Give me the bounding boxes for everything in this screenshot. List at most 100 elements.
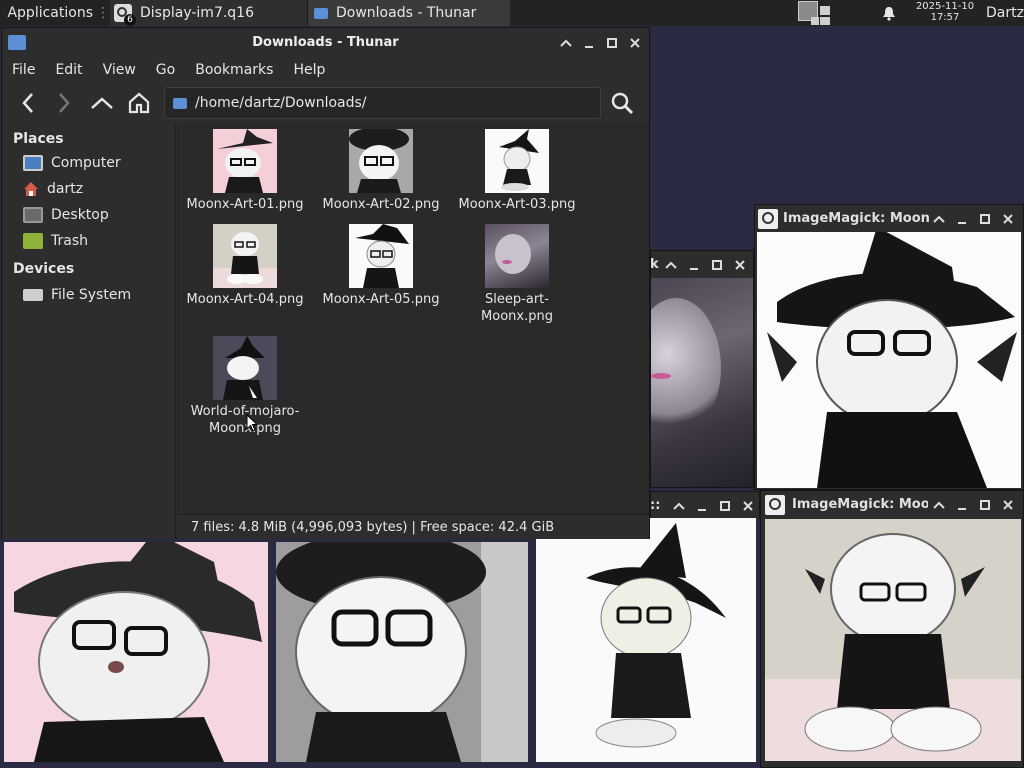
minimize-icon[interactable] — [686, 257, 702, 273]
sidebar: Places Computer dartz Desktop Trash Devi… — [2, 124, 176, 539]
moonx-art-image — [757, 232, 1021, 488]
maximize-icon[interactable] — [717, 498, 733, 514]
file-item[interactable]: Moonx-Art-01.png — [177, 129, 313, 213]
imagemagick-window-art03-small[interactable]: :: — [650, 491, 760, 519]
file-item[interactable]: Moonx-Art-05.png — [313, 224, 449, 308]
file-item[interactable]: World-of-mojaro- Moonx.png — [177, 336, 313, 437]
thunar-window[interactable]: Downloads - Thunar File Edit View Go Boo… — [1, 27, 650, 539]
file-item[interactable]: Moonx-Art-02.png — [313, 129, 449, 213]
file-item[interactable]: Moonx-Art-03.png — [449, 129, 585, 213]
minimize-icon[interactable] — [954, 211, 970, 227]
mouse-pointer-icon — [246, 414, 258, 432]
window-titlebar[interactable]: Downloads - Thunar — [2, 28, 649, 58]
parent-folder-button[interactable] — [88, 89, 116, 117]
close-icon[interactable] — [1000, 211, 1016, 227]
close-icon[interactable] — [627, 35, 643, 51]
taskbar-item-label: Display-im7.q16 — [140, 5, 254, 21]
forward-button[interactable] — [50, 89, 78, 117]
file-name: World-of-mojaro- Moonx.png — [190, 404, 300, 436]
menu-bookmarks[interactable]: Bookmarks — [185, 58, 283, 82]
taskbar-item-display[interactable]: 6 Display-im7.q16 — [110, 0, 308, 26]
back-button[interactable] — [14, 89, 42, 117]
maximize-icon[interactable] — [709, 257, 725, 273]
menu-view[interactable]: View — [93, 58, 146, 82]
menu-help[interactable]: Help — [283, 58, 335, 82]
taskbar-item-thunar[interactable]: Downloads - Thunar — [308, 0, 510, 26]
moonx-art-image — [765, 519, 1021, 761]
maximize-icon[interactable] — [977, 211, 993, 227]
file-name: Moonx-Art-02.png — [322, 197, 440, 212]
image-thumbnail — [485, 129, 549, 193]
location-path: /home/dartz/Downloads/ — [195, 95, 367, 111]
home-icon — [128, 92, 150, 114]
window-titlebar[interactable]: k — [650, 251, 753, 279]
window-title: :: — [650, 498, 661, 513]
maximize-icon[interactable] — [977, 497, 993, 513]
toolbar: /home/dartz/Downloads/ — [2, 82, 649, 124]
sidebar-item-trash[interactable]: Trash — [2, 228, 175, 254]
forward-arrow-icon — [59, 93, 70, 113]
home-folder-icon — [23, 181, 39, 197]
search-button[interactable] — [608, 89, 636, 117]
trash-icon — [23, 233, 43, 249]
roll-up-icon[interactable] — [931, 211, 947, 227]
clock[interactable]: 2025-11-10 17:57 — [906, 1, 984, 25]
roll-up-icon[interactable] — [558, 35, 574, 51]
imagemagick-window-sleep[interactable]: k — [650, 250, 754, 488]
imagemagick-window-art03[interactable]: ImageMagick: Moonx — [754, 204, 1024, 490]
menu-go[interactable]: Go — [146, 58, 185, 82]
sidebar-item-desktop[interactable]: Desktop — [2, 202, 175, 228]
window-titlebar[interactable]: ImageMagick: Moon — [761, 491, 1023, 519]
file-icon-view[interactable]: Moonx-Art-01.png Moonx-Art-02.png Moonx-… — [177, 124, 649, 514]
location-bar[interactable]: /home/dartz/Downloads/ — [164, 87, 601, 119]
sidebar-item-file-system[interactable]: File System — [2, 282, 175, 308]
roll-up-icon[interactable] — [663, 257, 679, 273]
applications-label: Applications — [7, 5, 93, 21]
moonx-art-02-image — [276, 542, 528, 762]
sidebar-item-dartz[interactable]: dartz — [2, 176, 175, 202]
window-count-badge: 6 — [124, 14, 136, 26]
image-thumbnail — [213, 336, 277, 400]
notification-bell-icon[interactable] — [880, 4, 898, 22]
imagemagick-window-art04[interactable]: ImageMagick: Moon — [760, 490, 1024, 768]
up-arrow-icon — [91, 97, 113, 109]
computer-icon — [23, 155, 43, 171]
minimize-icon[interactable] — [694, 498, 710, 514]
sidebar-item-label: Desktop — [51, 207, 109, 223]
file-name: Moonx-Art-04.png — [186, 292, 304, 307]
home-button[interactable] — [125, 89, 153, 117]
sidebar-item-label: Trash — [51, 233, 88, 249]
file-item[interactable]: Moonx-Art-04.png — [177, 224, 313, 308]
roll-up-icon[interactable] — [931, 497, 947, 513]
user-menu[interactable]: Dartz — [986, 0, 1024, 26]
window-titlebar[interactable]: :: — [650, 492, 759, 520]
window-titlebar[interactable]: ImageMagick: Moonx — [755, 205, 1023, 233]
close-icon[interactable] — [732, 257, 748, 273]
close-icon[interactable] — [1000, 497, 1016, 513]
search-icon — [611, 92, 634, 115]
image-thumbnail — [349, 129, 413, 193]
window-title: Downloads - Thunar — [252, 35, 399, 50]
roll-up-icon[interactable] — [671, 498, 687, 514]
close-icon[interactable] — [740, 498, 756, 514]
minimize-icon[interactable] — [954, 497, 970, 513]
image-thumbnail — [349, 224, 413, 288]
image-thumbnail — [213, 129, 277, 193]
menu-edit[interactable]: Edit — [45, 58, 92, 82]
sidebar-item-computer[interactable]: Computer — [2, 150, 175, 176]
minimize-icon[interactable] — [581, 35, 597, 51]
window-title: ImageMagick: Moonx — [783, 211, 929, 226]
separator-icon: ⋮ — [96, 5, 110, 21]
sleep-art-image — [651, 278, 753, 487]
workspace-switcher[interactable] — [798, 1, 832, 25]
file-item[interactable]: Sleep-art- Moonx.png — [449, 224, 585, 325]
drive-icon — [23, 289, 43, 301]
xfce-logo-icon — [3, 12, 5, 14]
top-panel: Applications ⋮ 6 Display-im7.q16 Downloa… — [0, 0, 1024, 26]
maximize-icon[interactable] — [604, 35, 620, 51]
sidebar-item-label: File System — [51, 287, 132, 303]
menu-file[interactable]: File — [2, 58, 45, 82]
applications-menu-button[interactable]: Applications ⋮ — [0, 0, 110, 26]
sidebar-heading-places: Places — [13, 131, 64, 147]
sidebar-item-label: dartz — [47, 181, 84, 197]
